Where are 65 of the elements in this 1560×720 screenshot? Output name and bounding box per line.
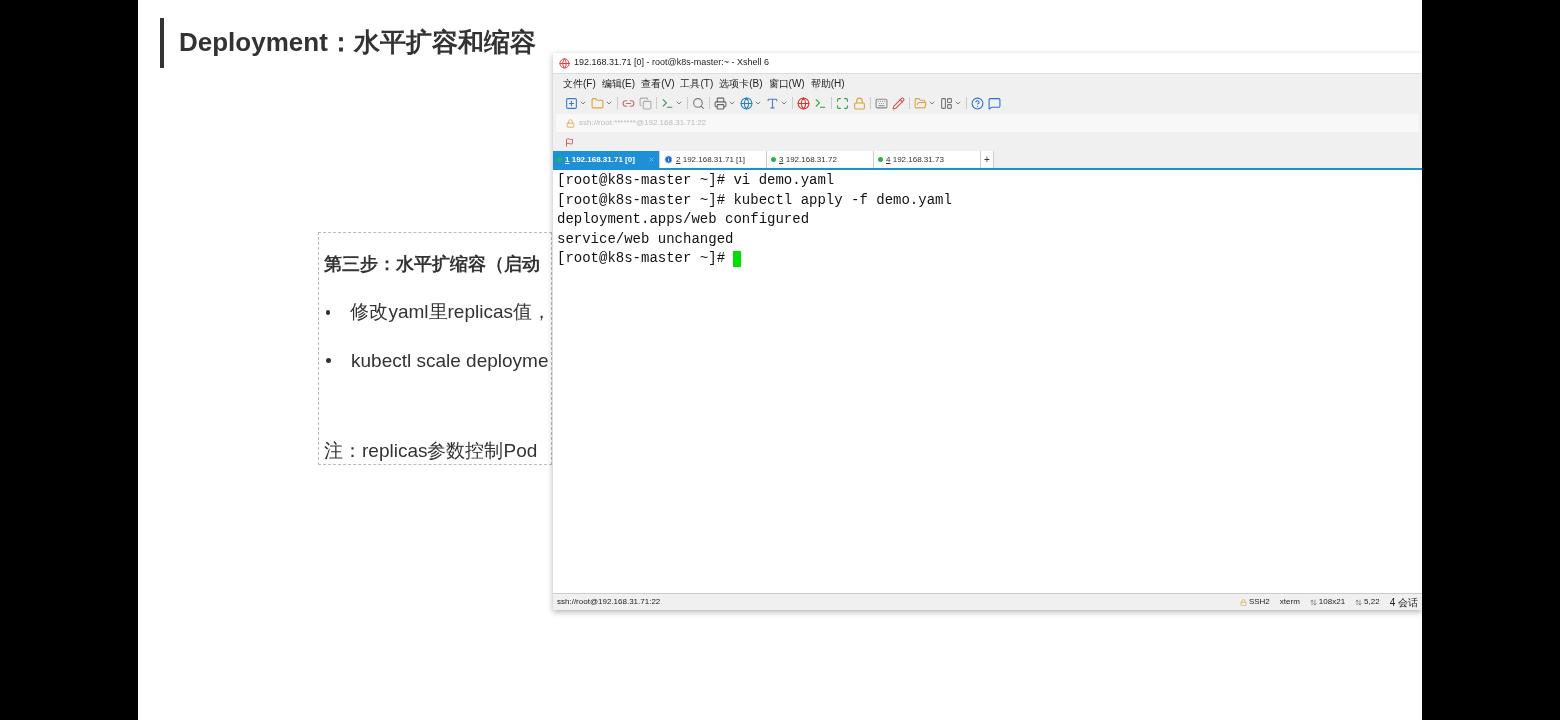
caret-icon[interactable] [605,99,613,107]
menu-item[interactable]: 窗口(W) [768,75,805,91]
caret-icon[interactable] [579,99,587,107]
layout-icon[interactable] [940,96,953,110]
caret-icon[interactable] [675,99,683,107]
status-connection: ssh://root@192.168.31.71:22 [557,596,661,608]
caret-icon[interactable] [780,99,788,107]
tab-label: 4 192.168.31.73 [886,153,944,166]
globe-icon[interactable] [740,96,753,110]
status-protocol: SSH2 [1248,596,1270,608]
status-terminal-type: xterm [1279,596,1300,608]
bullet-icon [326,358,331,364]
terminal-icon[interactable] [661,96,674,110]
fullscreen-icon[interactable] [836,96,849,110]
terminal-line: service/web unchanged [557,229,734,249]
menu-item[interactable]: 编辑(E) [601,75,636,91]
caret-icon[interactable] [728,99,736,107]
info-icon [664,155,673,164]
session-tab[interactable]: 2 192.168.31.71 [1] [660,151,767,168]
caret-icon[interactable] [954,99,962,107]
flag-icon [565,137,574,147]
terminal-icon[interactable] [814,96,827,110]
status-position: 5,22 [1364,596,1380,608]
search-icon[interactable] [692,96,705,110]
step-heading: 第三步：水平扩缩容（启动 [324,253,541,276]
tab-label: 1 192.168.31.71 [0] [565,153,635,166]
session-tab[interactable]: 3 192.168.31.72 [767,151,874,168]
menu-item[interactable]: 帮助(H) [810,75,845,91]
menu-item[interactable]: 查看(V) [641,75,675,91]
globe-icon[interactable] [797,96,810,110]
bullet-text: kubectl scale deployme [351,348,549,373]
menu-item[interactable]: 文件(F) [563,75,596,91]
caret-icon[interactable] [754,99,762,107]
tab-label: 2 192.168.31.71 [1] [676,153,745,166]
terminal-line: [root@k8s-master ~]# vi demo.yaml [557,171,835,190]
session-tab[interactable]: 4 192.168.31.73 [874,151,981,168]
new-tab-button[interactable]: + [981,151,994,168]
copy-icon[interactable] [639,96,652,110]
caret-icon[interactable] [928,99,936,107]
status-sessions: 4 会话 [1389,595,1418,610]
lock-icon [1239,598,1247,606]
terminal-line: deployment.apps/web configured [557,210,810,229]
pencil-icon[interactable] [892,96,905,110]
help-icon[interactable] [971,96,984,110]
cursor-icon [733,251,742,267]
terminal-line: [root@k8s-master ~]# kubectl apply -f demo.yaml [557,190,952,210]
bullet-icon [326,309,331,315]
window-title: 192.168.31.71 [0] - root@k8s-master:~ - Xshell 6 [574,56,769,70]
font-icon[interactable] [766,96,779,110]
menu-item[interactable]: 工具(T) [680,75,714,91]
folder-icon[interactable] [591,96,604,110]
tab-label: 3 192.168.31.72 [779,153,837,166]
lock-icon[interactable] [853,96,866,110]
new-session-icon[interactable] [565,96,578,110]
printer-icon[interactable] [714,96,727,110]
note-text: 注：replicas参数控制Pod [324,439,539,463]
keyboard-icon[interactable] [875,96,888,110]
slide-title: Deployment：水平扩容和缩容 [179,25,536,59]
status-size: 108x21 [1318,596,1346,608]
lock-icon [566,118,575,128]
chat-icon[interactable] [988,96,1001,110]
folder-icon[interactable] [914,96,927,110]
bullet-text: 修改yaml里replicas值， [350,300,551,324]
terminal-line: [root@k8s-master ~]# [557,249,727,268]
menu-item[interactable]: 选项卡(B) [719,75,763,91]
